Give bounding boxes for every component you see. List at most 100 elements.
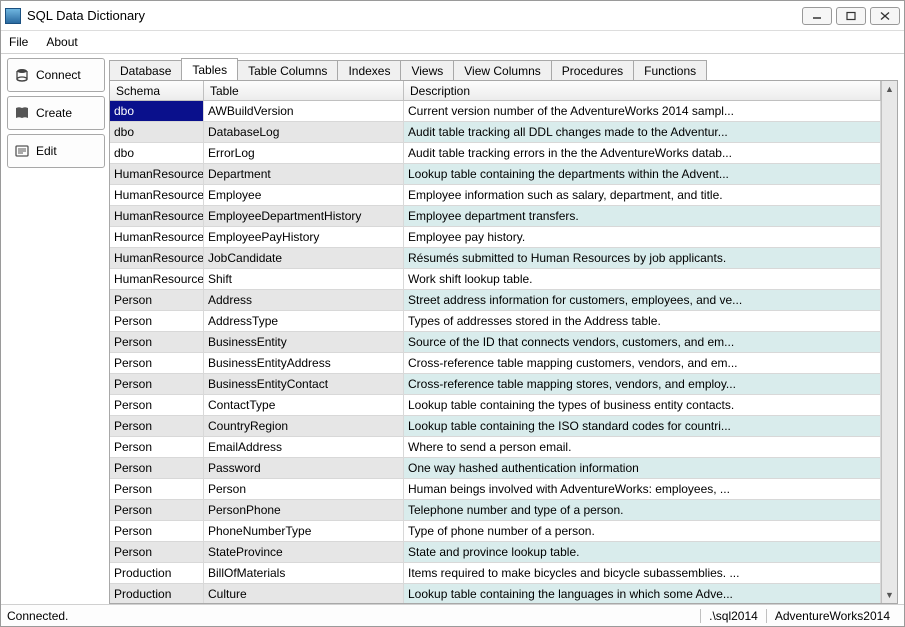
cell-description[interactable]: One way hashed authentication informatio…: [404, 458, 881, 478]
table-row[interactable]: HumanResourcesEmployeePayHistoryEmployee…: [110, 227, 881, 248]
cell-description[interactable]: Types of addresses stored in the Address…: [404, 311, 881, 331]
minimize-button[interactable]: [802, 7, 832, 25]
table-row[interactable]: HumanResourcesDepartmentLookup table con…: [110, 164, 881, 185]
cell-schema[interactable]: Person: [110, 332, 204, 352]
cell-description[interactable]: Audit table tracking errors in the the A…: [404, 143, 881, 163]
cell-table[interactable]: EmployeePayHistory: [204, 227, 404, 247]
col-header-description[interactable]: Description: [404, 81, 881, 100]
table-row[interactable]: HumanResourcesEmployeeDepartmentHistoryE…: [110, 206, 881, 227]
cell-table[interactable]: BusinessEntityContact: [204, 374, 404, 394]
table-row[interactable]: PersonPhoneNumberTypeType of phone numbe…: [110, 521, 881, 542]
tab-table-columns[interactable]: Table Columns: [237, 60, 338, 81]
cell-schema[interactable]: Person: [110, 542, 204, 562]
cell-table[interactable]: ErrorLog: [204, 143, 404, 163]
cell-table[interactable]: Address: [204, 290, 404, 310]
table-row[interactable]: PersonAddressTypeTypes of addresses stor…: [110, 311, 881, 332]
cell-description[interactable]: Street address information for customers…: [404, 290, 881, 310]
tab-procedures[interactable]: Procedures: [551, 60, 634, 81]
cell-description[interactable]: Type of phone number of a person.: [404, 521, 881, 541]
menu-file[interactable]: File: [9, 35, 28, 49]
cell-description[interactable]: Lookup table containing the ISO standard…: [404, 416, 881, 436]
cell-table[interactable]: ContactType: [204, 395, 404, 415]
cell-description[interactable]: Résumés submitted to Human Resources by …: [404, 248, 881, 268]
cell-table[interactable]: BusinessEntityAddress: [204, 353, 404, 373]
cell-schema[interactable]: Person: [110, 416, 204, 436]
cell-table[interactable]: CountryRegion: [204, 416, 404, 436]
cell-table[interactable]: StateProvince: [204, 542, 404, 562]
cell-schema[interactable]: HumanResources: [110, 164, 204, 184]
cell-table[interactable]: AddressType: [204, 311, 404, 331]
connect-button[interactable]: Connect: [7, 58, 105, 92]
col-header-schema[interactable]: Schema: [110, 81, 204, 100]
cell-description[interactable]: Lookup table containing the departments …: [404, 164, 881, 184]
cell-description[interactable]: State and province lookup table.: [404, 542, 881, 562]
create-button[interactable]: Create: [7, 96, 105, 130]
cell-description[interactable]: Current version number of the AdventureW…: [404, 101, 881, 121]
cell-table[interactable]: Person: [204, 479, 404, 499]
cell-description[interactable]: Human beings involved with AdventureWork…: [404, 479, 881, 499]
table-row[interactable]: ProductionCultureLookup table containing…: [110, 584, 881, 603]
table-row[interactable]: PersonBusinessEntityContactCross-referen…: [110, 374, 881, 395]
maximize-button[interactable]: [836, 7, 866, 25]
table-row[interactable]: dboAWBuildVersionCurrent version number …: [110, 101, 881, 122]
tab-view-columns[interactable]: View Columns: [453, 60, 551, 81]
tab-tables[interactable]: Tables: [181, 58, 238, 80]
cell-schema[interactable]: HumanResources: [110, 248, 204, 268]
cell-description[interactable]: Lookup table containing the types of bus…: [404, 395, 881, 415]
scroll-up-icon[interactable]: ▲: [882, 81, 898, 97]
table-row[interactable]: PersonPasswordOne way hashed authenticat…: [110, 458, 881, 479]
table-row[interactable]: PersonContactTypeLookup table containing…: [110, 395, 881, 416]
cell-table[interactable]: BillOfMaterials: [204, 563, 404, 583]
cell-description[interactable]: Source of the ID that connects vendors, …: [404, 332, 881, 352]
cell-schema[interactable]: Person: [110, 353, 204, 373]
table-row[interactable]: PersonCountryRegionLookup table containi…: [110, 416, 881, 437]
vertical-scrollbar[interactable]: ▲ ▼: [881, 81, 897, 603]
cell-table[interactable]: Culture: [204, 584, 404, 603]
table-row[interactable]: ProductionBillOfMaterialsItems required …: [110, 563, 881, 584]
menu-about[interactable]: About: [46, 35, 77, 49]
cell-schema[interactable]: Person: [110, 437, 204, 457]
table-row[interactable]: PersonPersonHuman beings involved with A…: [110, 479, 881, 500]
table-row[interactable]: PersonEmailAddressWhere to send a person…: [110, 437, 881, 458]
cell-description[interactable]: Items required to make bicycles and bicy…: [404, 563, 881, 583]
cell-description[interactable]: Cross-reference table mapping customers,…: [404, 353, 881, 373]
scroll-down-icon[interactable]: ▼: [882, 587, 898, 603]
cell-schema[interactable]: Person: [110, 521, 204, 541]
table-row[interactable]: HumanResourcesShiftWork shift lookup tab…: [110, 269, 881, 290]
table-row[interactable]: PersonPersonPhoneTelephone number and ty…: [110, 500, 881, 521]
table-row[interactable]: PersonAddressStreet address information …: [110, 290, 881, 311]
cell-schema[interactable]: Person: [110, 458, 204, 478]
cell-schema[interactable]: dbo: [110, 101, 204, 121]
cell-table[interactable]: AWBuildVersion: [204, 101, 404, 121]
cell-schema[interactable]: Person: [110, 311, 204, 331]
table-row[interactable]: dboErrorLogAudit table tracking errors i…: [110, 143, 881, 164]
cell-schema[interactable]: Person: [110, 290, 204, 310]
tab-functions[interactable]: Functions: [633, 60, 707, 81]
cell-description[interactable]: Employee pay history.: [404, 227, 881, 247]
cell-table[interactable]: BusinessEntity: [204, 332, 404, 352]
cell-table[interactable]: DatabaseLog: [204, 122, 404, 142]
cell-table[interactable]: Password: [204, 458, 404, 478]
cell-table[interactable]: Employee: [204, 185, 404, 205]
cell-schema[interactable]: HumanResources: [110, 227, 204, 247]
cell-description[interactable]: Where to send a person email.: [404, 437, 881, 457]
table-row[interactable]: PersonStateProvinceState and province lo…: [110, 542, 881, 563]
edit-button[interactable]: Edit: [7, 134, 105, 168]
cell-description[interactable]: Work shift lookup table.: [404, 269, 881, 289]
tab-database[interactable]: Database: [109, 60, 182, 81]
tab-indexes[interactable]: Indexes: [337, 60, 401, 81]
cell-description[interactable]: Employee information such as salary, dep…: [404, 185, 881, 205]
table-row[interactable]: PersonBusinessEntitySource of the ID tha…: [110, 332, 881, 353]
cell-schema[interactable]: Person: [110, 500, 204, 520]
cell-table[interactable]: EmailAddress: [204, 437, 404, 457]
cell-description[interactable]: Lookup table containing the languages in…: [404, 584, 881, 603]
cell-description[interactable]: Cross-reference table mapping stores, ve…: [404, 374, 881, 394]
cell-schema[interactable]: HumanResources: [110, 206, 204, 226]
cell-table[interactable]: JobCandidate: [204, 248, 404, 268]
cell-table[interactable]: PhoneNumberType: [204, 521, 404, 541]
cell-schema[interactable]: Person: [110, 479, 204, 499]
cell-table[interactable]: EmployeeDepartmentHistory: [204, 206, 404, 226]
close-button[interactable]: [870, 7, 900, 25]
cell-schema[interactable]: Production: [110, 584, 204, 603]
table-row[interactable]: HumanResourcesEmployeeEmployee informati…: [110, 185, 881, 206]
